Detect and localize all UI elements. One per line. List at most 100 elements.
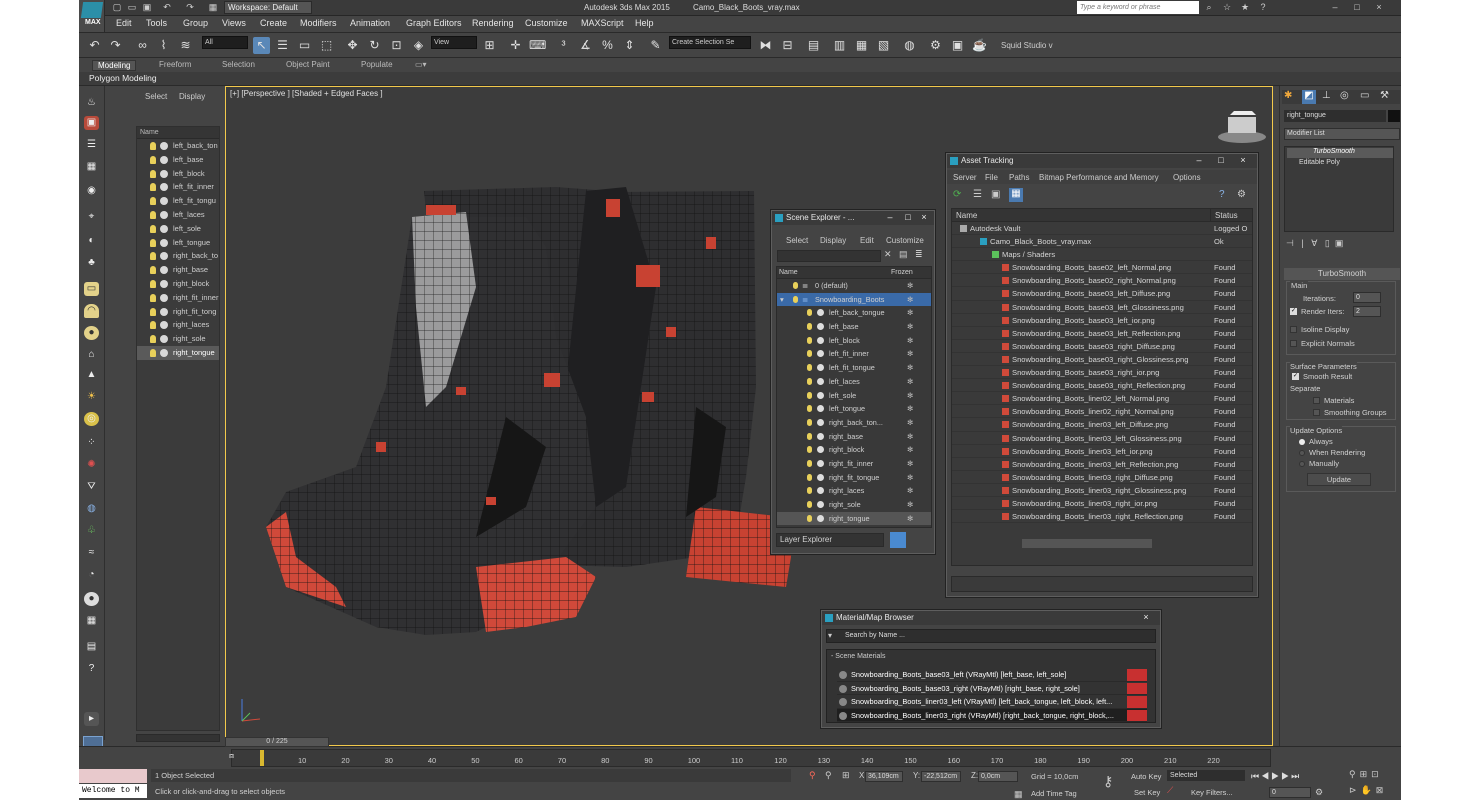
table-view-icon[interactable]: ▦ (1009, 188, 1023, 202)
column-name[interactable]: Name (956, 211, 977, 220)
material-browser-titlebar[interactable]: Material/Map Browser × (822, 611, 1160, 625)
z-coordinate-field[interactable]: 0,0cm (978, 771, 1018, 782)
pivot-icon[interactable]: ⊞ (481, 37, 498, 54)
frozen-icon[interactable]: ✻ (907, 471, 913, 485)
visibility-icon[interactable] (160, 266, 168, 275)
menu-select[interactable]: Select (786, 236, 808, 245)
render-iters-checkbox[interactable]: ✓ (1290, 308, 1297, 315)
isolate-icon[interactable]: ⚲ (825, 770, 832, 781)
iterations-spinner[interactable]: 0 (1353, 292, 1381, 303)
object-icon[interactable] (817, 459, 824, 467)
light-bulb-icon[interactable] (150, 169, 156, 178)
rect-selection-icon[interactable]: ▭ (296, 37, 313, 54)
horizontal-scrollbar[interactable] (136, 734, 220, 742)
save-icon[interactable]: ▣ (141, 2, 153, 13)
light-bulb-icon[interactable] (807, 514, 812, 522)
tree-item[interactable]: ≣ 0 (default) ✻ (777, 279, 931, 293)
table-row[interactable]: Snowboarding_Boots_liner03_right_Diffuse… (952, 471, 1252, 484)
light-bulb-icon[interactable] (807, 405, 812, 413)
light-bulb-icon[interactable] (150, 238, 156, 247)
layer-icon[interactable]: ≣ (915, 249, 923, 260)
light-bulb-icon[interactable] (150, 183, 156, 192)
menu-animation[interactable]: Animation (350, 18, 390, 28)
redo-icon[interactable]: ↷ (107, 37, 124, 54)
reference-coord-dropdown[interactable]: View (431, 36, 477, 49)
tree-item[interactable]: left_laces ✻ (777, 375, 931, 389)
angle-snap-icon[interactable]: ∡ (577, 37, 594, 54)
material-editor-icon[interactable]: ◍ (901, 37, 918, 54)
polygon-modeling-label[interactable]: Polygon Modeling (89, 73, 157, 83)
collapse-icon[interactable]: ▾ (780, 293, 784, 307)
object-icon[interactable] (817, 487, 824, 495)
object-icon[interactable] (817, 405, 824, 413)
render-setup-icon[interactable]: ⚙ (927, 37, 944, 54)
tree-item[interactable]: right_laces ✻ (777, 484, 931, 498)
menu-options[interactable]: Options (1173, 173, 1201, 182)
stack-item-turbosmooth[interactable]: TurboSmooth (1287, 148, 1393, 158)
unlink-icon[interactable]: ⌇ (155, 37, 172, 54)
percent-snap-icon[interactable]: % (599, 37, 616, 54)
menu-display[interactable]: Display (820, 236, 846, 245)
table-row[interactable]: Snowboarding_Boots_base03_right_ior.png F… (952, 366, 1252, 380)
frozen-icon[interactable]: ✻ (907, 484, 913, 498)
frozen-icon[interactable]: ✻ (907, 347, 913, 361)
tree-item[interactable]: right_fit_tongue ✻ (777, 471, 931, 485)
maximize-button[interactable]: □ (1215, 155, 1227, 166)
lock-icon[interactable]: ⚲ (809, 770, 816, 781)
object-icon[interactable] (817, 323, 824, 331)
light-bulb-icon[interactable] (150, 266, 156, 275)
render-iters-spinner[interactable]: 2 (1353, 306, 1381, 317)
help-icon[interactable]: ☆ (1221, 2, 1233, 13)
light-bulb-icon[interactable] (807, 487, 812, 495)
scale-icon[interactable]: ⊡ (388, 37, 405, 54)
tab-display[interactable]: Display (179, 92, 205, 101)
helper-icon[interactable]: ◐ (84, 234, 99, 248)
layer-icon[interactable]: ≣ (802, 279, 808, 293)
geosphere-icon[interactable]: ◎ (84, 412, 99, 426)
visibility-icon[interactable] (160, 224, 168, 233)
horizontal-scrollbar[interactable] (1022, 539, 1152, 548)
align-icon[interactable]: ⊟ (779, 37, 796, 54)
smoothing-groups-checkbox[interactable] (1313, 409, 1320, 416)
table-row[interactable]: Snowboarding_Boots_base03_right_Diffuse.… (952, 340, 1252, 353)
help-search-input[interactable]: Type a keyword or phrase (1077, 1, 1199, 14)
light-icon[interactable]: ◉ (84, 184, 99, 198)
object-icon[interactable] (817, 364, 824, 372)
hierarchy-tab-icon[interactable]: ⊥ (1322, 90, 1331, 101)
turbosmooth-rollout[interactable]: TurboSmooth (1284, 268, 1400, 280)
column-name[interactable]: Name (779, 269, 798, 276)
table-row[interactable]: Snowboarding_Boots_base03_right_Reflecti… (952, 379, 1252, 393)
menu-paths[interactable]: Paths (1009, 173, 1029, 182)
frozen-icon[interactable]: ✻ (907, 402, 913, 416)
render-frame-icon[interactable]: ▣ (84, 116, 99, 130)
tab-object-paint[interactable]: Object Paint (286, 60, 330, 69)
menu-server[interactable]: Server (953, 173, 977, 182)
tab-freeform[interactable]: Freeform (159, 60, 191, 69)
named-selection-dropdown[interactable]: Create Selection Se (669, 36, 751, 49)
always-radio[interactable] (1299, 439, 1305, 445)
app-logo[interactable]: MAX (79, 0, 105, 32)
light-bulb-icon[interactable] (150, 210, 156, 219)
teapot-icon[interactable]: ♨ (84, 96, 99, 110)
scene-states-icon[interactable]: ▤ (84, 640, 99, 654)
tree-item[interactable]: right_tongue ✻ (777, 511, 931, 526)
frozen-icon[interactable]: ✻ (907, 389, 913, 403)
light-bulb-icon[interactable] (150, 335, 156, 344)
key-mode-dropdown[interactable]: Selected (1167, 770, 1245, 781)
viewport-nav-controls[interactable]: ⚲⊞⊡ (1349, 769, 1383, 780)
tree-item[interactable]: right_block ✻ (777, 443, 931, 457)
utilities-tab-icon[interactable]: ⚒ (1380, 90, 1389, 101)
settings-icon[interactable]: ⚙ (1237, 189, 1246, 200)
menu-maxscript[interactable]: MAXScript (581, 18, 624, 28)
table-row[interactable]: Snowboarding_Boots_base03_left_Diffuse.p… (952, 287, 1252, 301)
transform-gizmo-icon[interactable]: ✛ (507, 37, 524, 54)
light-bulb-icon[interactable] (150, 224, 156, 233)
sun-icon[interactable]: ☀ (84, 390, 99, 404)
ribbon-icon[interactable]: ▦ (853, 37, 870, 54)
list-view-icon[interactable]: ☰ (973, 189, 982, 200)
asset-path-field[interactable] (951, 576, 1253, 592)
object-icon[interactable] (817, 446, 824, 454)
light-bulb-icon[interactable] (150, 321, 156, 330)
light-bulb-icon[interactable] (807, 501, 812, 508)
table-row[interactable]: Snowboarding_Boots_base03_left_Reflectio… (952, 327, 1252, 340)
